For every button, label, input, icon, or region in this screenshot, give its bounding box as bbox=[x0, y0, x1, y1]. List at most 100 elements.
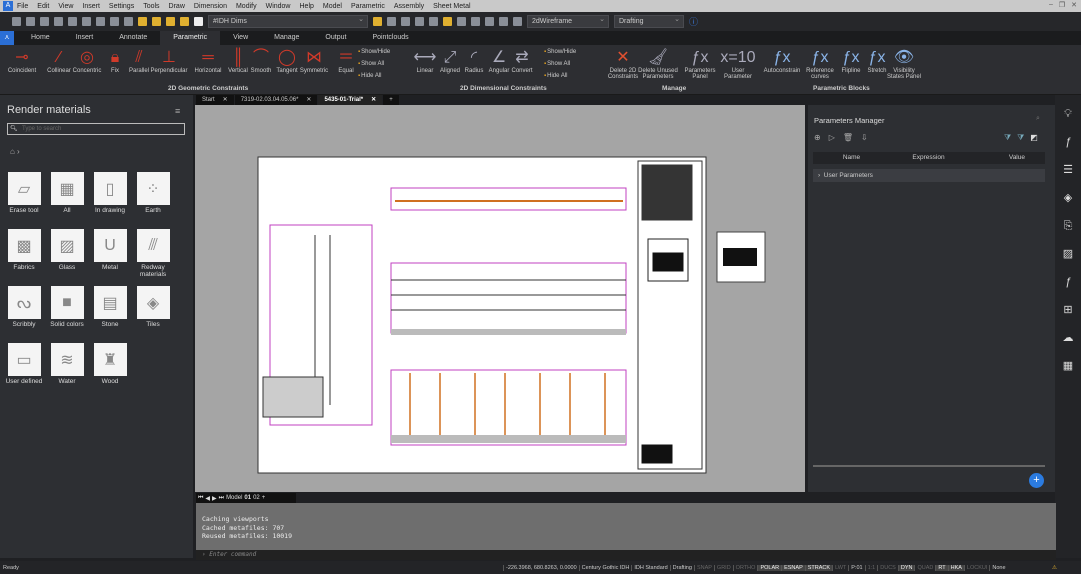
material-tiles[interactable]: ◈ Tiles bbox=[133, 286, 173, 328]
layer-color-icon[interactable] bbox=[194, 17, 203, 26]
material-metal[interactable]: U Metal bbox=[90, 229, 130, 271]
next-tab-icon[interactable]: ▶ bbox=[212, 495, 217, 502]
status-ducs[interactable]: DUCS bbox=[877, 564, 898, 571]
status-hka[interactable]: HKA bbox=[947, 564, 964, 571]
save-icon[interactable] bbox=[40, 17, 49, 26]
material-water[interactable]: ≋ Water bbox=[47, 343, 87, 385]
layers-icon[interactable]: ◈ bbox=[1055, 187, 1081, 209]
tab-layout-01[interactable]: 01 bbox=[244, 495, 251, 501]
layer-print-icon[interactable] bbox=[180, 17, 189, 26]
status-p-01[interactable]: P:01 bbox=[848, 564, 864, 571]
material-all[interactable]: ▦ All bbox=[47, 172, 87, 214]
plot-icon[interactable] bbox=[96, 17, 105, 26]
status-polar[interactable]: POLAR bbox=[757, 564, 782, 571]
grid-icon[interactable]: ▦ bbox=[1055, 355, 1081, 377]
material-wood[interactable]: ♜ Wood bbox=[90, 343, 130, 385]
select-icon[interactable] bbox=[401, 17, 410, 26]
erase-icon[interactable] bbox=[471, 17, 480, 26]
warning-icon[interactable]: ⚠ bbox=[1052, 565, 1057, 571]
command-input[interactable]: › Enter command bbox=[196, 550, 1056, 560]
last-tab-icon[interactable]: ⏭ bbox=[219, 495, 224, 502]
close-tab-icon[interactable]: ✕ bbox=[223, 97, 228, 103]
workspace-dropdown[interactable]: Drafting bbox=[614, 14, 684, 28]
menu-edit[interactable]: Edit bbox=[37, 3, 49, 10]
material-erase-tool[interactable]: ▱ Erase tool bbox=[4, 172, 44, 214]
first-tab-icon[interactable]: ⏮ bbox=[198, 495, 203, 502]
tab-home[interactable]: Home bbox=[18, 31, 63, 45]
column-value[interactable]: Value bbox=[967, 152, 1045, 164]
btn-coincident[interactable]: ⊸ Coincident bbox=[2, 48, 42, 74]
menu-settings[interactable]: Settings bbox=[109, 3, 134, 10]
material-earth[interactable]: ⁘ Earth bbox=[133, 172, 173, 214]
tab-insert[interactable]: Insert bbox=[63, 31, 107, 45]
menu-model[interactable]: Model bbox=[323, 3, 342, 10]
menu-sheet-metal[interactable]: Sheet Metal bbox=[433, 3, 470, 10]
column-name[interactable]: Name bbox=[813, 152, 890, 164]
close-tab-icon[interactable]: ✕ bbox=[306, 97, 311, 103]
app-menu-button[interactable]: ⋏ bbox=[0, 31, 14, 45]
btn-visibility-states-panel[interactable]: 👁︎ Visibility States Panel bbox=[884, 48, 924, 80]
tab-layout-02[interactable]: 02 bbox=[253, 495, 260, 501]
column-expression[interactable]: Expression bbox=[890, 152, 967, 164]
tab-view[interactable]: View bbox=[220, 31, 261, 45]
menu-insert[interactable]: Insert bbox=[82, 3, 100, 10]
calc-icon[interactable] bbox=[499, 17, 508, 26]
tree-icon[interactable]: ⊞ bbox=[1055, 299, 1081, 321]
menu-parametric[interactable]: Parametric bbox=[351, 3, 385, 10]
material-stone[interactable]: ▤ Stone bbox=[90, 286, 130, 328]
close-icon[interactable]: ✕ bbox=[1071, 1, 1077, 9]
status-ortho[interactable]: ORTHO bbox=[732, 564, 758, 571]
dim-show-hide[interactable]: Show/Hide bbox=[544, 49, 576, 55]
add-button[interactable]: + bbox=[1029, 473, 1044, 488]
open-icon[interactable] bbox=[26, 17, 35, 26]
dim-hide-all[interactable]: Hide All bbox=[544, 73, 567, 79]
minimize-icon[interactable]: – bbox=[1049, 1, 1053, 9]
status-strack[interactable]: STRACK bbox=[804, 564, 833, 571]
properties-icon[interactable] bbox=[457, 17, 466, 26]
bulb-icon[interactable] bbox=[443, 17, 452, 26]
status-century-gothic-idh[interactable]: Century Gothic IDH bbox=[578, 564, 632, 571]
tab-model[interactable]: Model bbox=[226, 495, 242, 501]
material-redway-materials[interactable]: ⫻ Redway materials bbox=[133, 229, 173, 278]
zoom-icon[interactable] bbox=[485, 17, 494, 26]
material-solid-colors[interactable]: ■ Solid colors bbox=[47, 286, 87, 328]
doc-tab[interactable]: Start ✕ bbox=[196, 95, 234, 105]
expand-chevron-icon[interactable]: › bbox=[818, 172, 820, 179]
search-icon[interactable]: ⌕ bbox=[1036, 115, 1040, 123]
tab-annotate[interactable]: Annotate bbox=[106, 31, 160, 45]
status-rt[interactable]: RT bbox=[935, 564, 948, 571]
close-tab-icon[interactable]: ✕ bbox=[371, 97, 376, 103]
new-icon[interactable] bbox=[12, 17, 21, 26]
prev-tab-icon[interactable]: ◀ bbox=[205, 495, 210, 502]
function-icon[interactable]: ƒ bbox=[1055, 131, 1081, 153]
doc-tab[interactable]: 7319-02.03.04.05.06* ✕ bbox=[234, 95, 318, 105]
restore-icon[interactable]: ❐ bbox=[1059, 1, 1065, 9]
menu-draw[interactable]: Draw bbox=[169, 3, 185, 10]
tab-parametric[interactable]: Parametric bbox=[160, 31, 221, 45]
menu-dimension[interactable]: Dimension bbox=[194, 3, 227, 10]
menu-modify[interactable]: Modify bbox=[236, 3, 257, 10]
menu-tools[interactable]: Tools bbox=[143, 3, 159, 10]
status-snap[interactable]: SNAP bbox=[693, 564, 714, 571]
tab-pointclouds[interactable]: Pointclouds bbox=[359, 31, 421, 45]
btn-parameters-panel[interactable]: ƒx Parameters Panel bbox=[680, 48, 720, 80]
tab-output[interactable]: Output bbox=[312, 31, 359, 45]
hatch-icon[interactable]: ▨ bbox=[1055, 243, 1081, 265]
geo-show-hide[interactable]: Show/Hide bbox=[358, 49, 390, 55]
layer-on-icon[interactable] bbox=[138, 17, 147, 26]
btn-delete-unused-parameters[interactable]: 🧹︎ Delete Unused Parameters bbox=[638, 48, 678, 80]
status-lockui[interactable]: LOCKUI bbox=[963, 564, 989, 571]
btn-autoconstrain[interactable]: ƒx Autoconstrain bbox=[762, 48, 802, 74]
status-1-1[interactable]: 1:1 bbox=[864, 564, 878, 571]
panel-menu-icon[interactable]: ≡ bbox=[175, 106, 180, 116]
material-user-defined[interactable]: ▭ User defined bbox=[4, 343, 44, 385]
menu-help[interactable]: Help bbox=[300, 3, 314, 10]
btn-perpendicular[interactable]: ⊥ Perpendicular bbox=[149, 48, 189, 74]
match-props-icon[interactable] bbox=[373, 17, 382, 26]
print-icon[interactable] bbox=[68, 17, 77, 26]
layer-lock-icon[interactable] bbox=[166, 17, 175, 26]
material-glass[interactable]: ▨ Glass bbox=[47, 229, 87, 271]
status-esnap[interactable]: ESNAP bbox=[781, 564, 805, 571]
dim-show-all[interactable]: Show All bbox=[544, 61, 570, 67]
print-preview-icon[interactable] bbox=[82, 17, 91, 26]
